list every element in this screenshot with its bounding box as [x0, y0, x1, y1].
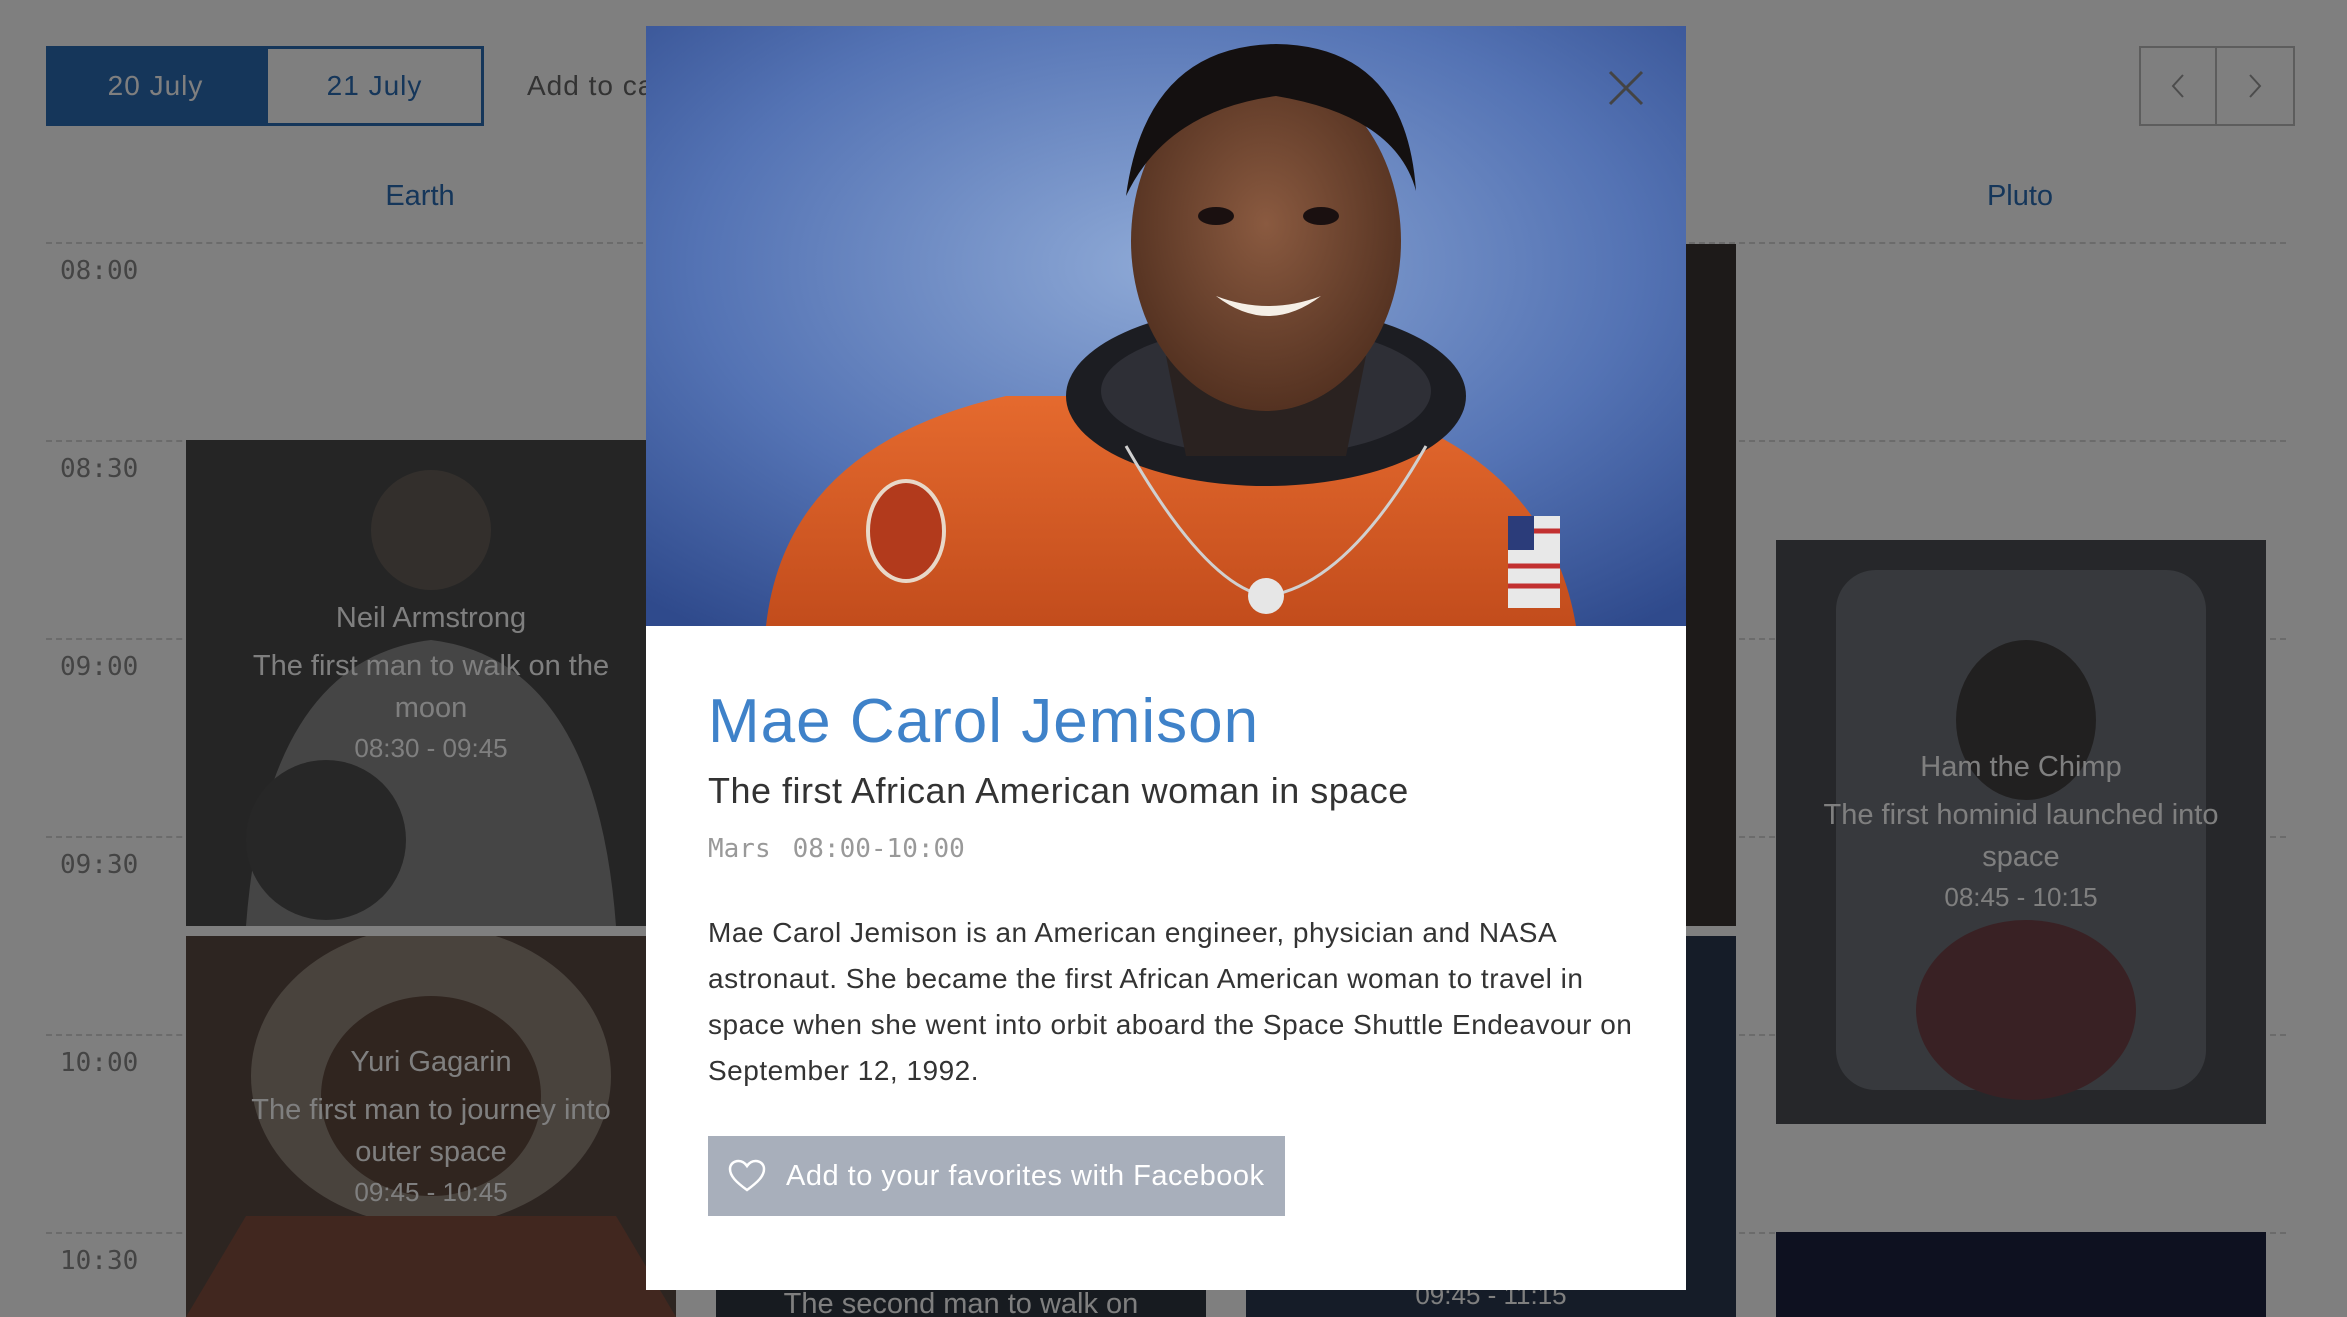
modal-description: Mae Carol Jemison is an American enginee…	[708, 917, 1633, 1086]
event-location: Mars	[708, 834, 771, 864]
heart-icon	[728, 1159, 766, 1192]
add-to-favorites-button[interactable]: Add to your favorites with Facebook	[708, 1136, 1285, 1216]
modal-meta: Mars 08:00-10:00	[708, 834, 1638, 864]
close-button[interactable]	[1602, 64, 1650, 112]
astronaut-portrait	[646, 26, 1686, 626]
modal-body: Mae Carol Jemison The first African Amer…	[708, 626, 1638, 1216]
favorite-button-label: Add to your favorites with Facebook	[786, 1159, 1265, 1192]
close-icon	[1608, 70, 1644, 106]
event-time-range: 08:00-10:00	[792, 834, 965, 864]
modal-subtitle: The first African American woman in spac…	[708, 770, 1409, 811]
modal-title: Mae Carol Jemison	[708, 687, 1260, 756]
event-detail-modal: Mae Carol Jemison The first African Amer…	[646, 26, 1686, 1290]
